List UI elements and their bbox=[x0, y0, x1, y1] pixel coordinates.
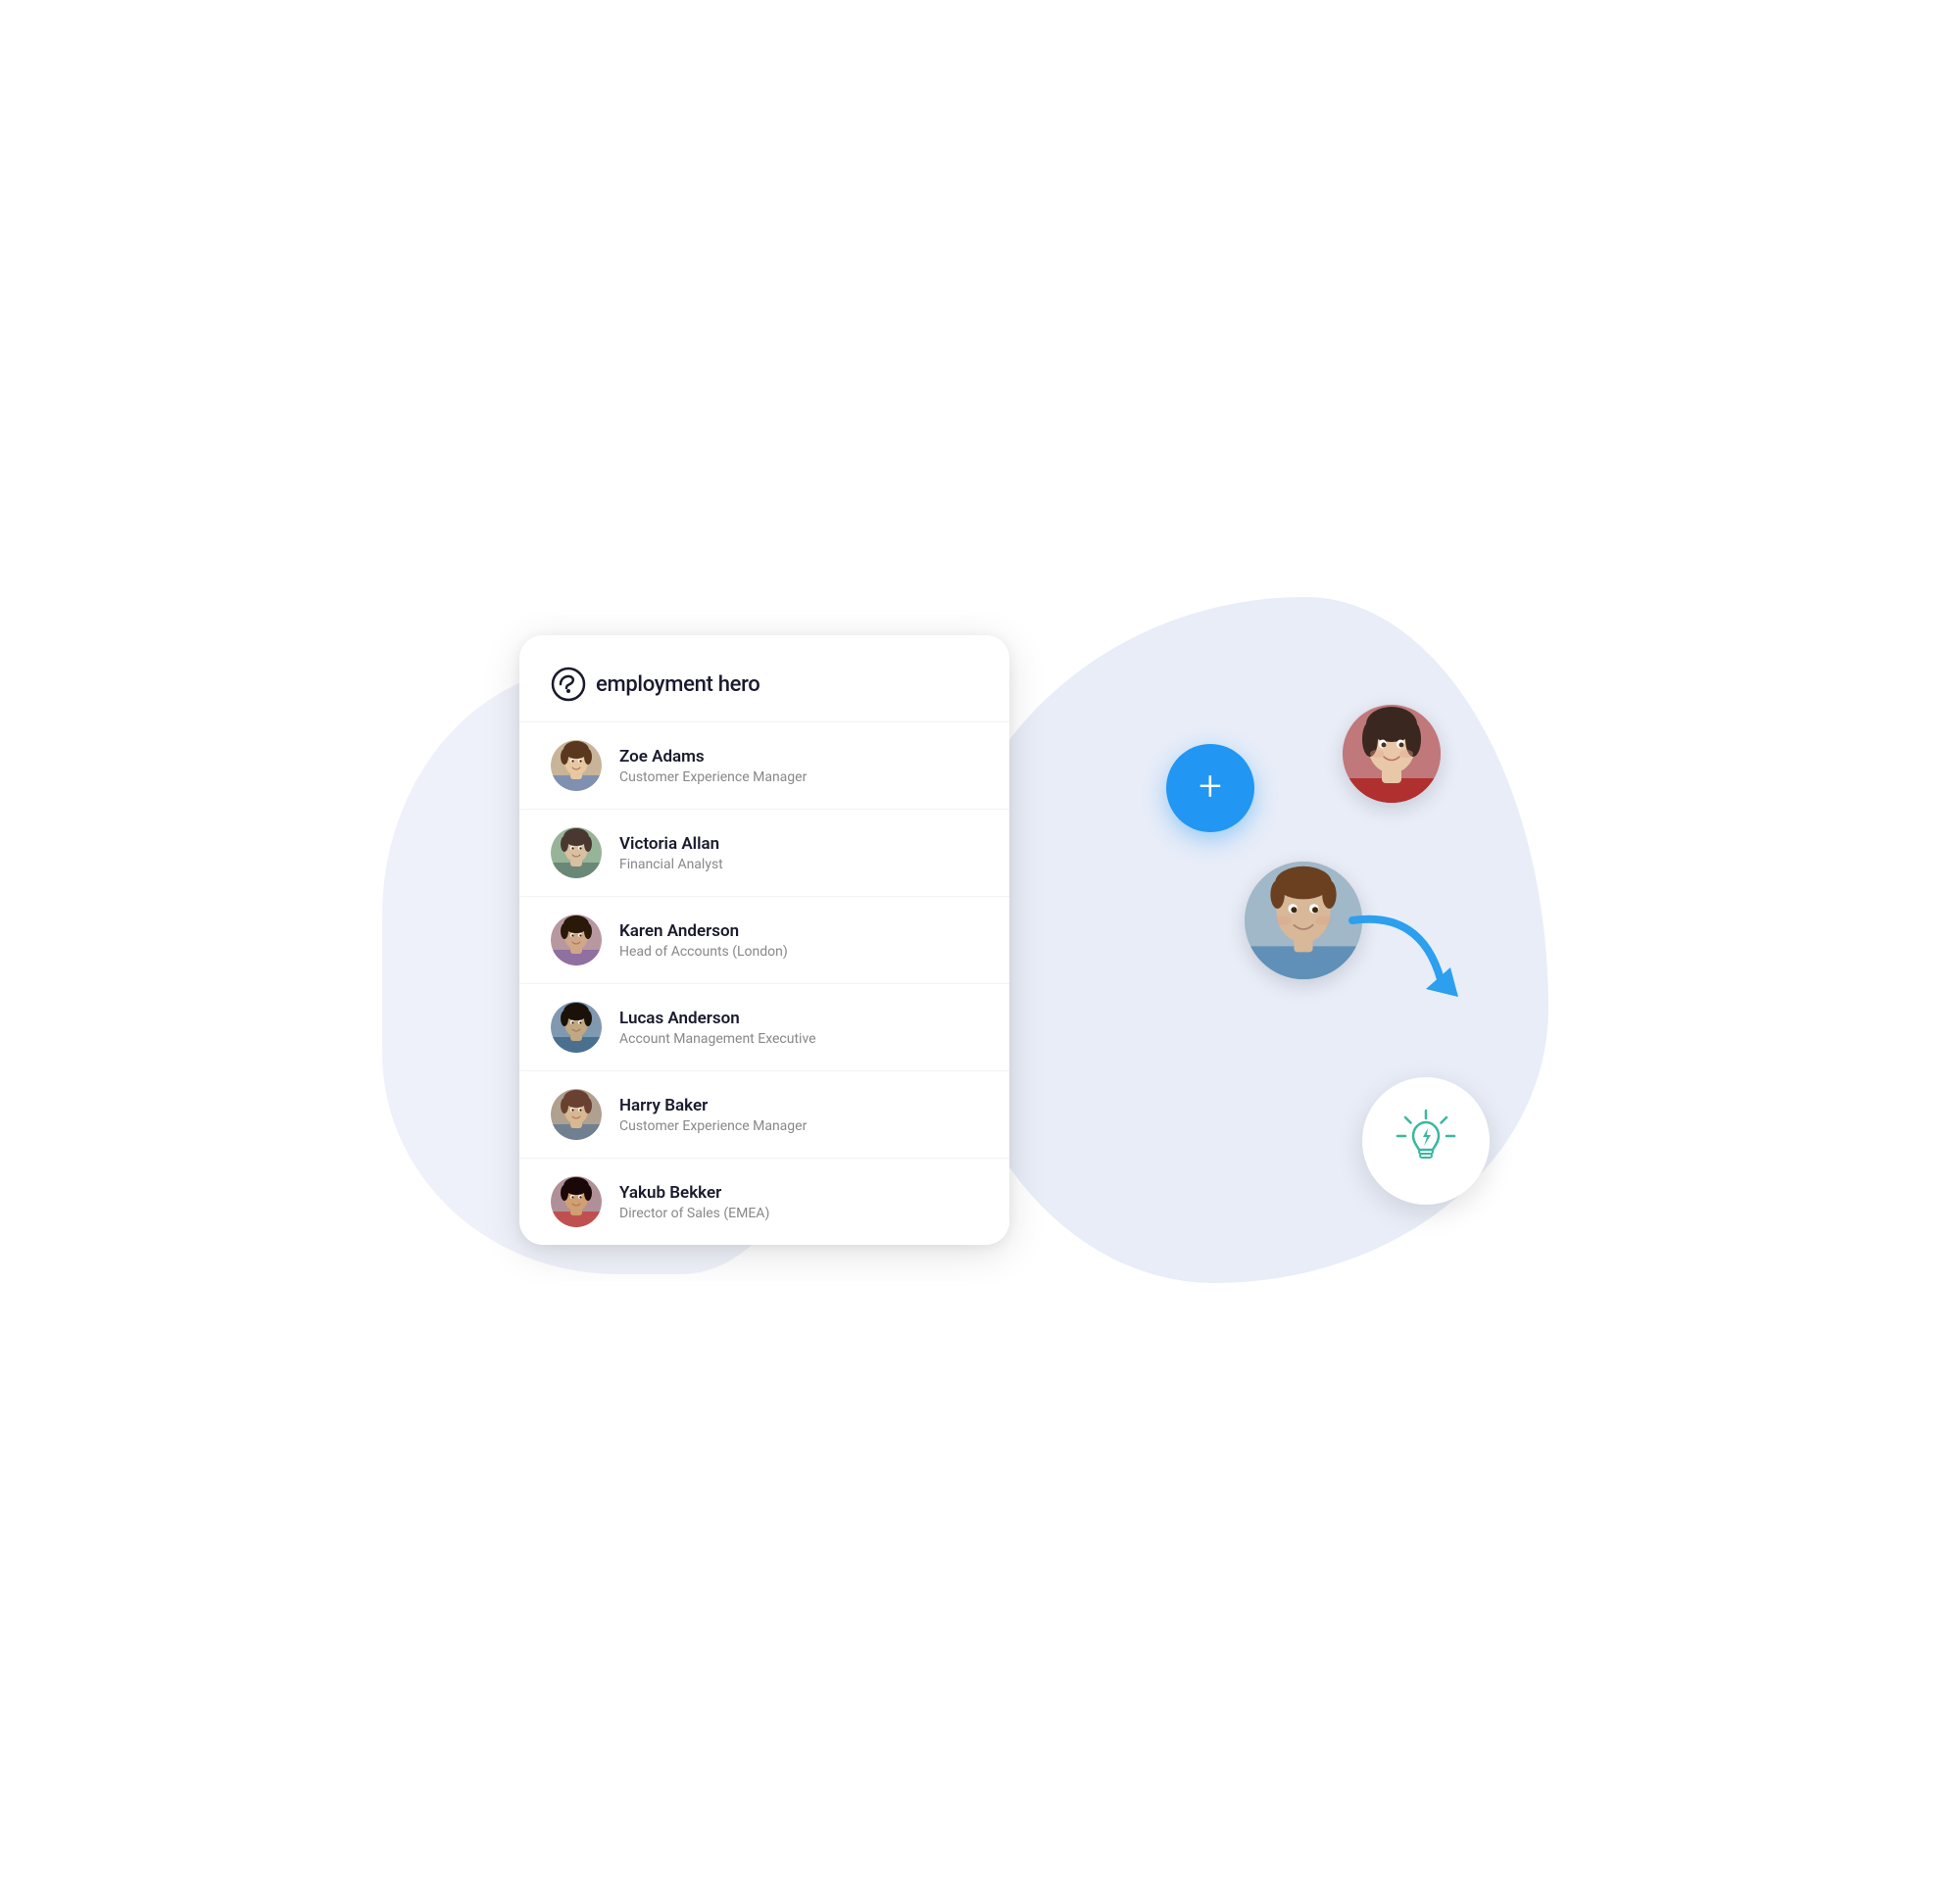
employee-info-victoria-allan: Victoria Allan Financial Analyst bbox=[619, 834, 978, 872]
avatar-victoria-allan bbox=[551, 827, 602, 878]
employee-role-harry-baker: Customer Experience Manager bbox=[619, 1118, 978, 1134]
employee-item-karen-anderson[interactable]: Karen Anderson Head of Accounts (London) bbox=[519, 897, 1009, 984]
avatar-woman-face bbox=[1343, 705, 1441, 803]
employee-name-victoria-allan: Victoria Allan bbox=[619, 834, 978, 854]
logo-area: employment hero bbox=[551, 667, 978, 702]
float-elements-container: + bbox=[1107, 646, 1519, 1234]
add-button[interactable]: + bbox=[1166, 744, 1254, 832]
avatar-karen-anderson bbox=[551, 915, 602, 965]
logo-icon bbox=[551, 667, 586, 702]
employee-info-zoe-adams: Zoe Adams Customer Experience Manager bbox=[619, 747, 978, 785]
employee-role-karen-anderson: Head of Accounts (London) bbox=[619, 944, 978, 960]
scene: employment hero Zoe Adams Customer Experi… bbox=[441, 156, 1519, 1724]
lightbulb-icon bbox=[1392, 1107, 1460, 1175]
employee-item-harry-baker[interactable]: Harry Baker Customer Experience Manager bbox=[519, 1071, 1009, 1159]
employee-list-card: employment hero Zoe Adams Customer Experi… bbox=[519, 635, 1009, 1245]
avatar-lucas-anderson bbox=[551, 1002, 602, 1053]
lightbulb-circle bbox=[1362, 1077, 1490, 1205]
employee-info-karen-anderson: Karen Anderson Head of Accounts (London) bbox=[619, 921, 978, 960]
employee-name-zoe-adams: Zoe Adams bbox=[619, 747, 978, 767]
employee-item-yakub-bekker[interactable]: Yakub Bekker Director of Sales (EMEA) bbox=[519, 1159, 1009, 1245]
employee-item-zoe-adams[interactable]: Zoe Adams Customer Experience Manager bbox=[519, 722, 1009, 810]
employee-info-lucas-anderson: Lucas Anderson Account Management Executi… bbox=[619, 1009, 978, 1047]
employee-role-lucas-anderson: Account Management Executive bbox=[619, 1031, 978, 1047]
employee-info-harry-baker: Harry Baker Customer Experience Manager bbox=[619, 1096, 978, 1134]
employee-item-lucas-anderson[interactable]: Lucas Anderson Account Management Executi… bbox=[519, 984, 1009, 1071]
employee-role-zoe-adams: Customer Experience Manager bbox=[619, 769, 978, 785]
card-header: employment hero bbox=[519, 635, 1009, 722]
employee-role-yakub-bekker: Director of Sales (EMEA) bbox=[619, 1206, 978, 1221]
curved-arrow-icon bbox=[1333, 901, 1470, 1028]
employee-name-lucas-anderson: Lucas Anderson bbox=[619, 1009, 978, 1028]
employee-name-karen-anderson: Karen Anderson bbox=[619, 921, 978, 941]
avatar-zoe-adams bbox=[551, 740, 602, 791]
employee-role-victoria-allan: Financial Analyst bbox=[619, 857, 978, 872]
employee-name-yakub-bekker: Yakub Bekker bbox=[619, 1183, 978, 1203]
arrow-container bbox=[1333, 901, 1470, 1028]
employee-list: Zoe Adams Customer Experience Manager Vic… bbox=[519, 722, 1009, 1245]
avatar-harry-baker bbox=[551, 1089, 602, 1140]
float-avatar-woman bbox=[1343, 705, 1441, 803]
employee-name-harry-baker: Harry Baker bbox=[619, 1096, 978, 1115]
employee-item-victoria-allan[interactable]: Victoria Allan Financial Analyst bbox=[519, 810, 1009, 897]
avatar-yakub-bekker bbox=[551, 1176, 602, 1227]
plus-icon: + bbox=[1199, 767, 1222, 808]
brand-name: employment hero bbox=[596, 672, 760, 697]
employee-info-yakub-bekker: Yakub Bekker Director of Sales (EMEA) bbox=[619, 1183, 978, 1221]
